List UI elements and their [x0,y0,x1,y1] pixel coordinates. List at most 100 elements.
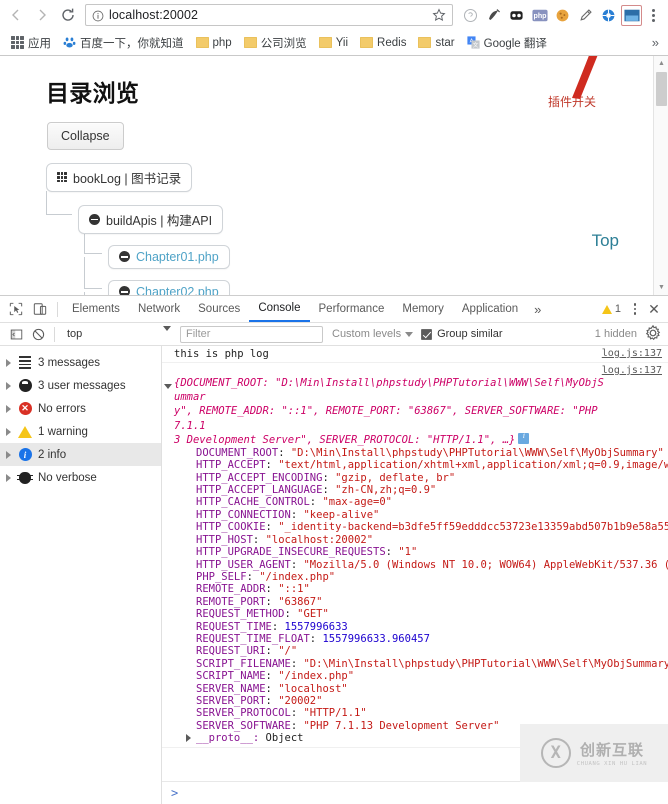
object-property-row[interactable]: REQUEST_URI: "/" [196,645,668,657]
object-property-row[interactable]: HTTP_HOST: "localhost:20002" [196,534,668,546]
object-property-row[interactable]: SERVER_SOFTWARE: "PHP 7.1.13 Development… [196,720,668,732]
object-property-row[interactable]: HTTP_COOKIE: "_identity-backend=b3dfe5ff… [196,521,668,533]
object-property-row[interactable]: SERVER_NAME: "localhost" [196,683,668,695]
extension-icon-2[interactable] [483,5,504,26]
tab-elements[interactable]: Elements [63,296,129,322]
minus-circle-icon[interactable] [119,286,130,295]
console-log-list[interactable]: this is php log log.js:137 log.js:137 {D… [162,346,668,804]
object-proto-row[interactable]: __proto__: Object [174,732,668,745]
object-property-row[interactable]: PHP_SELF: "/index.php" [196,571,668,583]
address-bar[interactable]: localhost:20002 [85,4,453,26]
reload-button[interactable] [56,3,80,27]
expand-triangle-icon[interactable] [6,450,11,459]
object-property-row[interactable]: HTTP_UPGRADE_INSECURE_REQUESTS: "1" [196,546,668,558]
gear-icon[interactable] [645,324,663,343]
console-message-object[interactable]: log.js:137 {DOCUMENT_ROOT: "D:\Min\Insta… [162,363,668,749]
object-property-row[interactable]: REQUEST_METHOD: "GET" [196,608,668,620]
scroll-up-arrow-icon[interactable]: ▲ [654,56,668,71]
bookmark-baidu[interactable]: 百度一下，你就知道 [57,33,190,53]
expand-triangle-icon[interactable] [6,427,11,436]
page-scrollbar[interactable]: ▲ ▼ [653,56,668,295]
tab-memory[interactable]: Memory [393,296,453,322]
minus-circle-icon[interactable] [119,251,130,263]
back-button[interactable] [4,3,28,27]
tab-console[interactable]: Console [249,296,310,322]
chrome-menu-button[interactable] [644,4,662,26]
expand-triangle-icon[interactable] [6,473,11,482]
address-bar-url[interactable]: localhost:20002 [109,8,427,22]
bookmark-company[interactable]: 公司浏览 [238,33,313,53]
object-property-row[interactable]: REMOTE_ADDR: "::1" [196,583,668,595]
object-info-badge-icon[interactable] [518,431,530,444]
extension-icon-3[interactable] [506,5,527,26]
log-levels-select[interactable]: Custom levels [332,328,414,340]
object-property-row[interactable]: HTTP_CONNECTION: "keep-alive" [196,509,668,521]
clear-console-icon[interactable] [27,323,49,345]
object-property-row[interactable]: SCRIPT_NAME: "/index.php" [196,670,668,682]
object-property-row[interactable]: HTTP_ACCEPT: "text/html,application/xhtm… [196,459,668,471]
toggle-device-toolbar-icon[interactable] [28,297,52,321]
close-devtools-button[interactable]: ✕ [644,301,664,318]
execution-context-select[interactable]: top [60,325,175,343]
object-property-row[interactable]: SCRIPT_FILENAME: "D:\Min\Install\phpstud… [196,658,668,670]
tab-sources[interactable]: Sources [189,296,249,322]
console-message-source-link[interactable]: log.js:137 [602,365,662,376]
sidebar-item-user-messages[interactable]: 3 user messages [0,374,161,397]
expand-triangle-icon[interactable] [6,358,11,367]
expand-triangle-icon[interactable] [6,381,11,390]
object-property-row[interactable]: HTTP_CACHE_CONTROL: "max-age=0" [196,496,668,508]
extension-icon-globe[interactable] [598,5,619,26]
collapse-button[interactable]: Collapse [47,122,124,150]
console-filter-input[interactable]: Filter [180,325,323,343]
object-property-row[interactable]: SERVER_PROTOCOL: "HTTP/1.1" [196,707,668,719]
bookmarks-overflow-button[interactable]: » [648,35,663,50]
tree-item-buildapis[interactable]: buildApis | 构建API [78,204,224,234]
bookmark-google-translate[interactable]: A文 Google 翻译 [461,33,553,53]
scrollbar-thumb[interactable] [656,72,667,106]
collapse-triangle-icon[interactable] [164,384,172,389]
site-info-icon[interactable] [92,9,104,22]
inspect-element-icon[interactable] [4,297,28,321]
sidebar-item-verbose[interactable]: No verbose [0,466,161,489]
minus-circle-icon[interactable] [89,213,100,225]
sidebar-item-errors[interactable]: ✕ No errors [0,397,161,420]
object-property-row[interactable]: REMOTE_PORT: "63867" [196,596,668,608]
console-message-text[interactable]: this is php log log.js:137 [162,346,668,363]
expand-triangle-icon[interactable] [6,404,11,413]
devtools-menu-button[interactable] [627,299,643,319]
console-prompt[interactable]: > [162,781,668,804]
console-message-source-link[interactable]: log.js:137 [602,348,662,359]
tab-performance[interactable]: Performance [310,296,394,322]
bookmark-star[interactable]: star [412,33,460,53]
bookmark-apps[interactable]: 应用 [5,33,57,53]
more-tabs-button[interactable]: » [527,302,548,317]
group-similar-checkbox[interactable]: Group similar [421,328,502,340]
sidebar-item-messages[interactable]: 3 messages [0,351,161,374]
expand-triangle-icon[interactable] [186,734,191,743]
scroll-down-arrow-icon[interactable]: ▼ [654,280,668,295]
tree-item-booklog[interactable]: bookLog | 图书记录 [46,162,193,192]
object-property-row[interactable]: HTTP_USER_AGENT: "Mozilla/5.0 (Windows N… [196,559,668,571]
extension-icon-cookie[interactable] [552,5,573,26]
back-to-top-link[interactable]: Top [592,231,619,251]
tree-item-chapter01[interactable]: Chapter01.php [108,244,230,269]
extension-icon-active-plugin[interactable] [621,4,642,26]
object-property-row[interactable]: REQUEST_TIME_FLOAT: 1557996633.960457 [196,633,668,645]
object-property-row[interactable]: DOCUMENT_ROOT: "D:\Min\Install\phpstudy\… [196,447,668,459]
extension-icon-1[interactable] [460,5,481,26]
tree-item-label[interactable]: Chapter01.php [136,250,219,264]
checkbox-icon[interactable] [421,328,433,340]
sidebar-item-info[interactable]: i 2 info [0,443,161,466]
bookmark-yii[interactable]: Yii [313,33,354,53]
bookmark-php[interactable]: php [190,33,238,53]
console-sidebar-toggle-icon[interactable] [5,323,27,345]
sidebar-item-warnings[interactable]: 1 warning [0,420,161,443]
tree-item-chapter02[interactable]: Chapter02.php [108,279,230,295]
object-property-row[interactable]: HTTP_ACCEPT_LANGUAGE: "zh-CN,zh;q=0.9" [196,484,668,496]
forward-button[interactable] [30,3,54,27]
tab-network[interactable]: Network [129,296,189,322]
object-property-row[interactable]: SERVER_PORT: "20002" [196,695,668,707]
bookmark-star-icon[interactable] [432,8,446,22]
object-property-row[interactable]: HTTP_ACCEPT_ENCODING: "gzip, deflate, br… [196,472,668,484]
extension-icon-php[interactable]: php [529,5,550,26]
